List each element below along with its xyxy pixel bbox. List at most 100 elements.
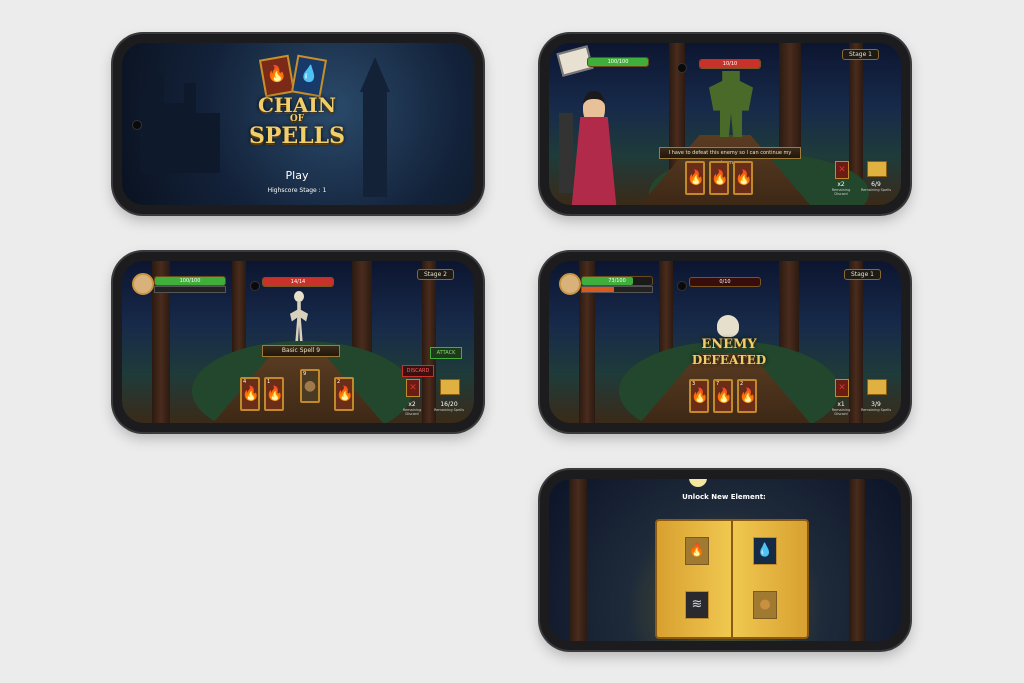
spells-counter: 16/20 Remaining Spells <box>430 401 468 412</box>
dialog-banner: I have to defeat this enemy so I can con… <box>659 147 801 166</box>
camera-hole <box>677 63 687 73</box>
hand-card[interactable]: 2 🔥 <box>334 377 354 411</box>
attack-button[interactable]: ATTACK <box>430 347 462 359</box>
unlock-screen: Unlock New Element: 🔥 💧 ≋ ● <box>549 479 901 641</box>
spells-caption: Remaining Spells <box>860 188 892 192</box>
camera-hole <box>677 281 687 291</box>
discard-button[interactable]: DISCARD <box>402 365 434 377</box>
discard-icon[interactable]: ✕ <box>835 379 849 397</box>
card-number: 4 <box>243 379 247 385</box>
spells-caption: Remaining Spells <box>433 408 465 412</box>
tree-trunk <box>849 479 865 641</box>
camera-hole <box>250 281 260 291</box>
phone-battle-screen: 100/100 14/14 Stage 2 Basic Spell 9 ATTA… <box>113 252 483 432</box>
wind-element-slot[interactable]: ≋ <box>685 591 709 619</box>
hand-card[interactable]: 🔥 <box>685 161 705 195</box>
discard-count: x2 <box>837 181 845 188</box>
open-spellbook: 🔥 💧 ≋ ● <box>655 513 809 639</box>
title-screen: 🔥 💧 CHAIN OF SPELLS Play Highscore Stage… <box>122 43 474 205</box>
spellbook-icon[interactable] <box>867 161 887 177</box>
discard-icon[interactable]: ✕ <box>835 161 849 179</box>
phone-title-screen: 🔥 💧 CHAIN OF SPELLS Play Highscore Stage… <box>113 34 483 214</box>
enemy-hp-text: 14/14 <box>290 279 306 285</box>
dialog-screen: 100/100 10/10 Stage 1 I have to defeat t… <box>549 43 901 205</box>
enemy-hp-bar: 0/10 <box>689 277 761 287</box>
stage-label: Stage 2 <box>416 269 454 280</box>
discard-counter: x1 Remaining Discard <box>825 401 857 416</box>
hand-card[interactable]: 3 🔥 <box>689 379 709 413</box>
spells-counter: 3/9 Remaining Spells <box>857 401 895 412</box>
spells-count: 3/9 <box>871 401 881 408</box>
discard-count: x2 <box>408 401 416 408</box>
player-hp-bar: 100/100 <box>587 57 649 67</box>
play-button[interactable]: Play <box>272 169 322 182</box>
enemy-hp-bar: 14/14 <box>262 277 334 287</box>
camera-hole <box>132 120 142 130</box>
wizard-character <box>559 83 629 205</box>
discard-icon[interactable]: ✕ <box>406 379 420 397</box>
hand-card[interactable]: 7 🔥 <box>713 379 733 413</box>
stage-label: Stage 1 <box>843 269 881 280</box>
enemy-hp-bar: 10/10 <box>699 59 761 69</box>
fire-element-slot[interactable]: 🔥 <box>685 537 709 565</box>
player-mana-bar <box>154 286 226 293</box>
phone-dialog-screen: 100/100 10/10 Stage 1 I have to defeat t… <box>540 34 910 214</box>
player-mana-bar <box>581 286 653 293</box>
tree-trunk <box>849 261 863 423</box>
discard-counter: x2 Remaining Discard <box>396 401 428 416</box>
unlock-title: Unlock New Element: <box>682 493 766 501</box>
hand-card[interactable]: 4 🔥 <box>240 377 260 411</box>
spells-counter: 6/9 Remaining Spells <box>857 181 895 192</box>
hand-card[interactable]: 🔥 <box>709 161 729 195</box>
player-hp-bar: 100/100 <box>154 276 226 286</box>
logo-card-fire: 🔥 <box>258 54 296 98</box>
skeleton-body <box>290 302 308 341</box>
discard-count: x1 <box>837 401 845 408</box>
water-element-slot[interactable]: 💧 <box>753 537 777 565</box>
hand-card[interactable]: 2 🔥 <box>737 379 757 413</box>
hand-card[interactable]: 1 🔥 <box>264 377 284 411</box>
logo-line-3: SPELLS <box>248 123 346 149</box>
defeated-screen: 73/100 0/10 Stage 1 ENEMY DEFEATED 3 🔥 7 🔥… <box>549 261 901 423</box>
spells-count: 16/20 <box>440 401 458 408</box>
skeleton-skull <box>294 291 304 302</box>
card-number: 2 <box>337 379 341 385</box>
moon-icon <box>689 479 707 487</box>
card-number: 7 <box>716 381 720 387</box>
tower-silhouette <box>360 57 390 197</box>
discard-caption: Remaining Discard <box>831 188 851 196</box>
player-hp-text: 100/100 <box>179 278 201 284</box>
discard-caption: Remaining Discard <box>402 408 422 416</box>
stage-label: Stage 1 <box>841 49 879 60</box>
wizard-cape <box>559 113 573 193</box>
castle-silhouette <box>140 73 220 173</box>
spells-count: 6/9 <box>871 181 881 188</box>
discard-caption: Remaining Discard <box>831 408 851 416</box>
card-number: 2 <box>740 381 744 387</box>
phone-defeated-screen: 73/100 0/10 Stage 1 ENEMY DEFEATED 3 🔥 7 🔥… <box>540 252 910 432</box>
player-hp-text: 73/100 <box>608 278 626 284</box>
defeated-line-1: ENEMY <box>701 337 757 352</box>
player-hp-bar: 73/100 <box>581 276 653 286</box>
earth-element-slot[interactable]: ● <box>753 591 777 619</box>
skeleton-enemy <box>286 291 312 341</box>
enemy-hp-text: 10/10 <box>722 61 738 67</box>
discard-counter: x2 Remaining Discard <box>825 181 857 196</box>
spellbook-icon[interactable] <box>440 379 460 395</box>
player-avatar <box>559 273 581 295</box>
spells-caption: Remaining Spells <box>860 408 892 412</box>
hand-card-selected[interactable]: 9 ● <box>300 369 320 403</box>
highscore-text: Highscore Stage : 1 <box>267 187 327 194</box>
card-number: 3 <box>692 381 696 387</box>
wizard-body <box>571 117 617 205</box>
phone-unlock-screen: Unlock New Element: 🔥 💧 ≋ ● <box>540 470 910 650</box>
battle-screen: 100/100 14/14 Stage 2 Basic Spell 9 ATTA… <box>122 261 474 423</box>
player-avatar <box>132 273 154 295</box>
tree-trunk <box>422 261 436 423</box>
spell-name-banner: Basic Spell 9 <box>262 345 340 357</box>
skull-icon <box>717 315 739 337</box>
enemy-hp-text: 0/10 <box>719 279 731 285</box>
card-number: 1 <box>267 379 271 385</box>
spellbook-icon[interactable] <box>867 379 887 395</box>
hand-card[interactable]: 🔥 <box>733 161 753 195</box>
